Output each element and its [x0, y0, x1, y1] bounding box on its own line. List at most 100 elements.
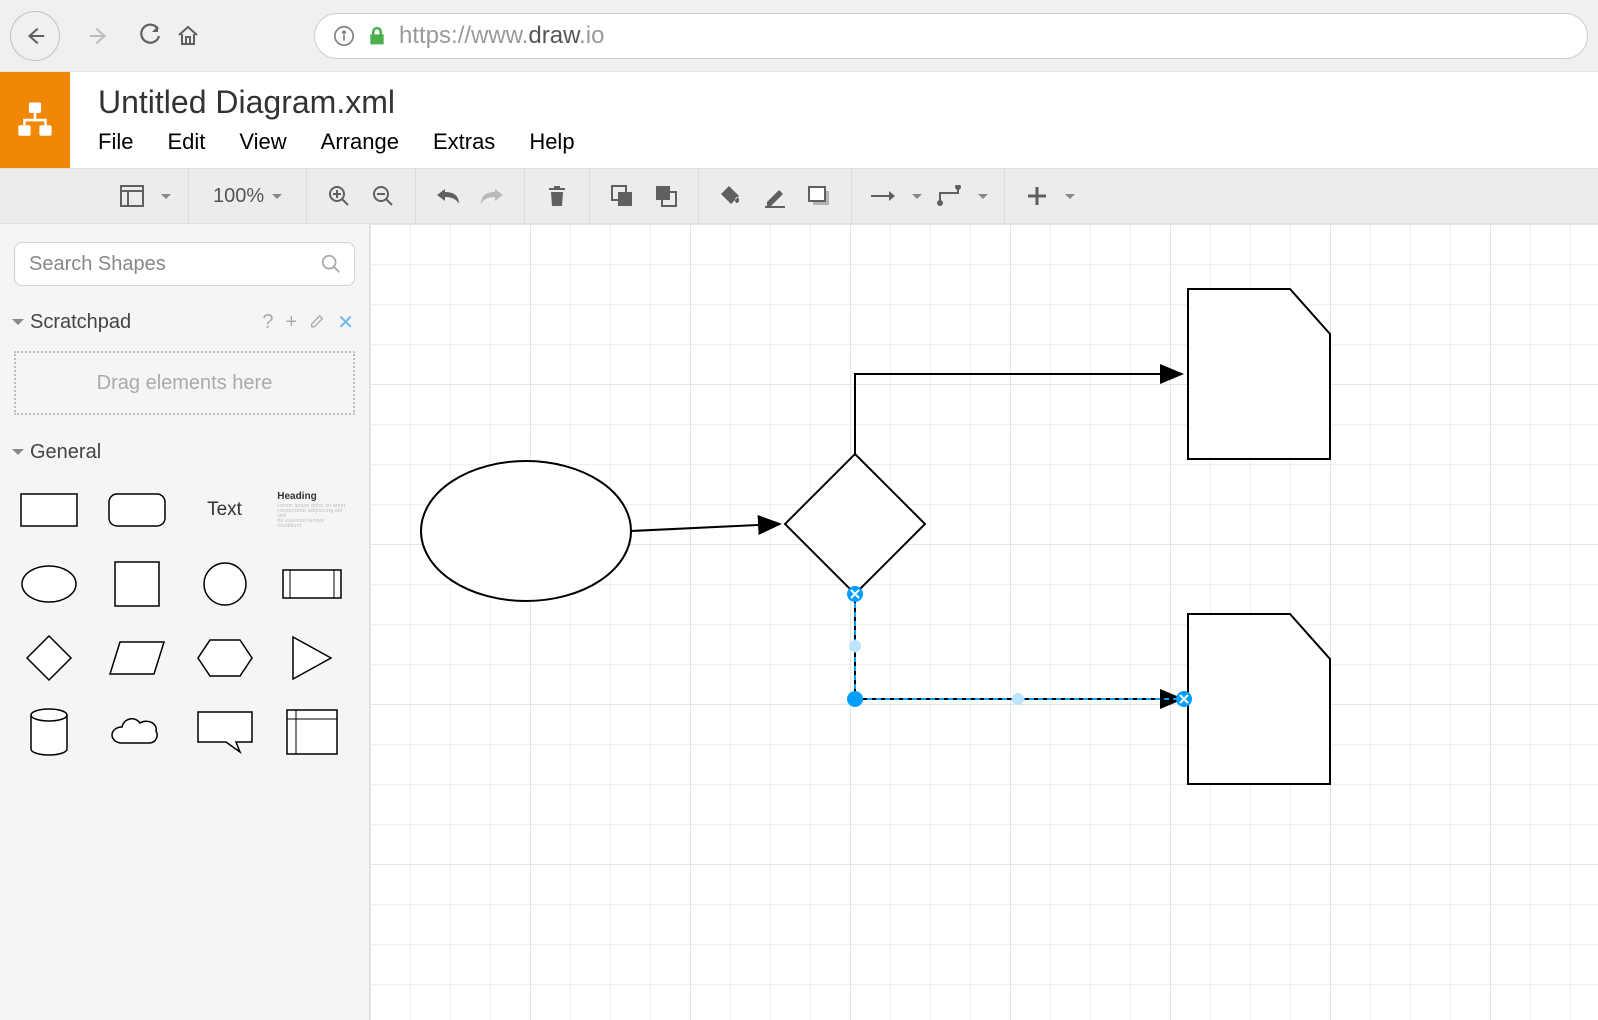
edge-waypoint-handle[interactable] — [849, 640, 861, 652]
scratchpad-help-button[interactable]: ? — [262, 311, 273, 334]
to-back-button[interactable] — [644, 176, 688, 216]
node-document-2[interactable] — [1188, 614, 1330, 784]
caret-down-icon — [161, 194, 171, 204]
shape-rounded-rectangle[interactable] — [102, 482, 172, 538]
scratchpad-dropzone[interactable]: Drag elements here — [14, 351, 355, 415]
browser-forward-button[interactable] — [74, 11, 124, 61]
zoom-out-icon — [371, 184, 395, 208]
edge-1[interactable] — [631, 524, 780, 531]
shape-hexagon[interactable] — [190, 630, 260, 686]
insert-button[interactable] — [1015, 176, 1059, 216]
waypoint-dropdown[interactable] — [972, 176, 994, 216]
caret-down-icon — [1065, 194, 1075, 204]
shape-palette: Text HeadingLorem ipsum dolor sit ametco… — [0, 470, 369, 772]
general-header[interactable]: General — [0, 435, 369, 470]
connection-style-button[interactable] — [862, 176, 906, 216]
plus-icon — [1026, 185, 1048, 207]
redo-button[interactable] — [470, 176, 514, 216]
shadow-button[interactable] — [797, 176, 841, 216]
shape-heading[interactable]: HeadingLorem ipsum dolor sit ametconsect… — [277, 482, 347, 538]
shape-rectangle[interactable] — [14, 482, 84, 538]
node-document-1[interactable] — [1188, 289, 1330, 459]
line-color-button[interactable] — [753, 176, 797, 216]
zoom-in-button[interactable] — [317, 176, 361, 216]
scratchpad-close-button[interactable]: ✕ — [337, 310, 354, 335]
shadow-icon — [807, 185, 831, 207]
browser-reload-button[interactable] — [138, 24, 162, 48]
menu-file[interactable]: File — [98, 129, 133, 155]
fill-color-button[interactable] — [709, 176, 753, 216]
zoom-level-button[interactable]: 100% — [199, 176, 296, 216]
menu-bar: File Edit View Arrange Extras Help — [98, 129, 575, 155]
to-front-button[interactable] — [600, 176, 644, 216]
edge-handle-x[interactable] — [847, 586, 863, 602]
browser-home-button[interactable] — [176, 24, 200, 48]
zoom-out-button[interactable] — [361, 176, 405, 216]
edge-3[interactable] — [855, 594, 1182, 699]
browser-back-button[interactable] — [10, 11, 60, 61]
undo-icon — [435, 187, 461, 205]
edge-2[interactable] — [855, 374, 1182, 455]
arrow-icon — [869, 189, 899, 203]
waypoint-icon — [936, 185, 964, 207]
search-placeholder: Search Shapes — [29, 253, 166, 276]
shape-ellipse[interactable] — [14, 556, 84, 612]
app-logo[interactable] — [0, 72, 70, 168]
shape-internal-storage[interactable] — [277, 704, 347, 760]
scratchpad-add-button[interactable]: + — [286, 311, 298, 334]
browser-url-bar[interactable]: https://www.draw.io — [314, 13, 1588, 59]
menu-arrange[interactable]: Arrange — [321, 129, 399, 155]
layout-icon — [120, 185, 144, 207]
url-text: https://www.draw.io — [399, 22, 604, 50]
main: Search Shapes Scratchpad ? + ✕ Drag elem… — [0, 224, 1598, 1020]
shape-square[interactable] — [102, 556, 172, 612]
search-shapes-input[interactable]: Search Shapes — [14, 242, 355, 286]
shape-process[interactable] — [277, 556, 347, 612]
scratchpad-edit-button[interactable] — [309, 311, 325, 334]
pencil-icon — [309, 312, 325, 328]
view-mode-button[interactable] — [110, 176, 154, 216]
edge-waypoint-handle[interactable] — [1012, 693, 1024, 705]
caret-down-icon — [12, 319, 24, 331]
menu-edit[interactable]: Edit — [167, 129, 205, 155]
redo-icon — [479, 187, 505, 205]
sidebar: Search Shapes Scratchpad ? + ✕ Drag elem… — [0, 224, 370, 1020]
shape-diamond[interactable] — [14, 630, 84, 686]
canvas[interactable] — [370, 224, 1598, 1020]
edge-handle[interactable] — [847, 691, 863, 707]
shape-circle[interactable] — [190, 556, 260, 612]
caret-down-icon — [912, 194, 922, 204]
caret-down-icon — [12, 449, 24, 461]
shape-cylinder[interactable] — [14, 704, 84, 760]
edge-endpoint-handle[interactable] — [1176, 691, 1192, 707]
menu-view[interactable]: View — [239, 129, 286, 155]
pencil-icon — [763, 184, 787, 208]
general-label: General — [30, 441, 101, 464]
node-ellipse[interactable] — [421, 461, 631, 601]
document-title[interactable]: Untitled Diagram.xml — [98, 84, 575, 121]
waypoint-style-button[interactable] — [928, 176, 972, 216]
shape-callout[interactable] — [190, 704, 260, 760]
trash-icon — [547, 184, 567, 208]
lock-icon — [367, 26, 387, 46]
undo-button[interactable] — [426, 176, 470, 216]
dropzone-text: Drag elements here — [97, 372, 273, 395]
view-mode-dropdown[interactable] — [154, 176, 178, 216]
menu-extras[interactable]: Extras — [433, 129, 495, 155]
scratchpad-header[interactable]: Scratchpad ? + ✕ — [0, 304, 369, 341]
arrow-left-icon — [24, 25, 46, 47]
connection-dropdown[interactable] — [906, 176, 928, 216]
menu-help[interactable]: Help — [529, 129, 574, 155]
search-icon — [320, 253, 342, 275]
reload-icon — [138, 23, 162, 49]
delete-button[interactable] — [535, 176, 579, 216]
shape-triangle[interactable] — [277, 630, 347, 686]
edge-3-selection — [855, 594, 1182, 699]
node-decision[interactable] — [785, 454, 925, 594]
caret-down-icon — [272, 194, 282, 204]
shape-cloud[interactable] — [102, 704, 172, 760]
insert-dropdown[interactable] — [1059, 176, 1081, 216]
shape-text[interactable]: Text — [190, 482, 260, 538]
shape-parallelogram[interactable] — [102, 630, 172, 686]
scratchpad-label: Scratchpad — [30, 311, 131, 334]
